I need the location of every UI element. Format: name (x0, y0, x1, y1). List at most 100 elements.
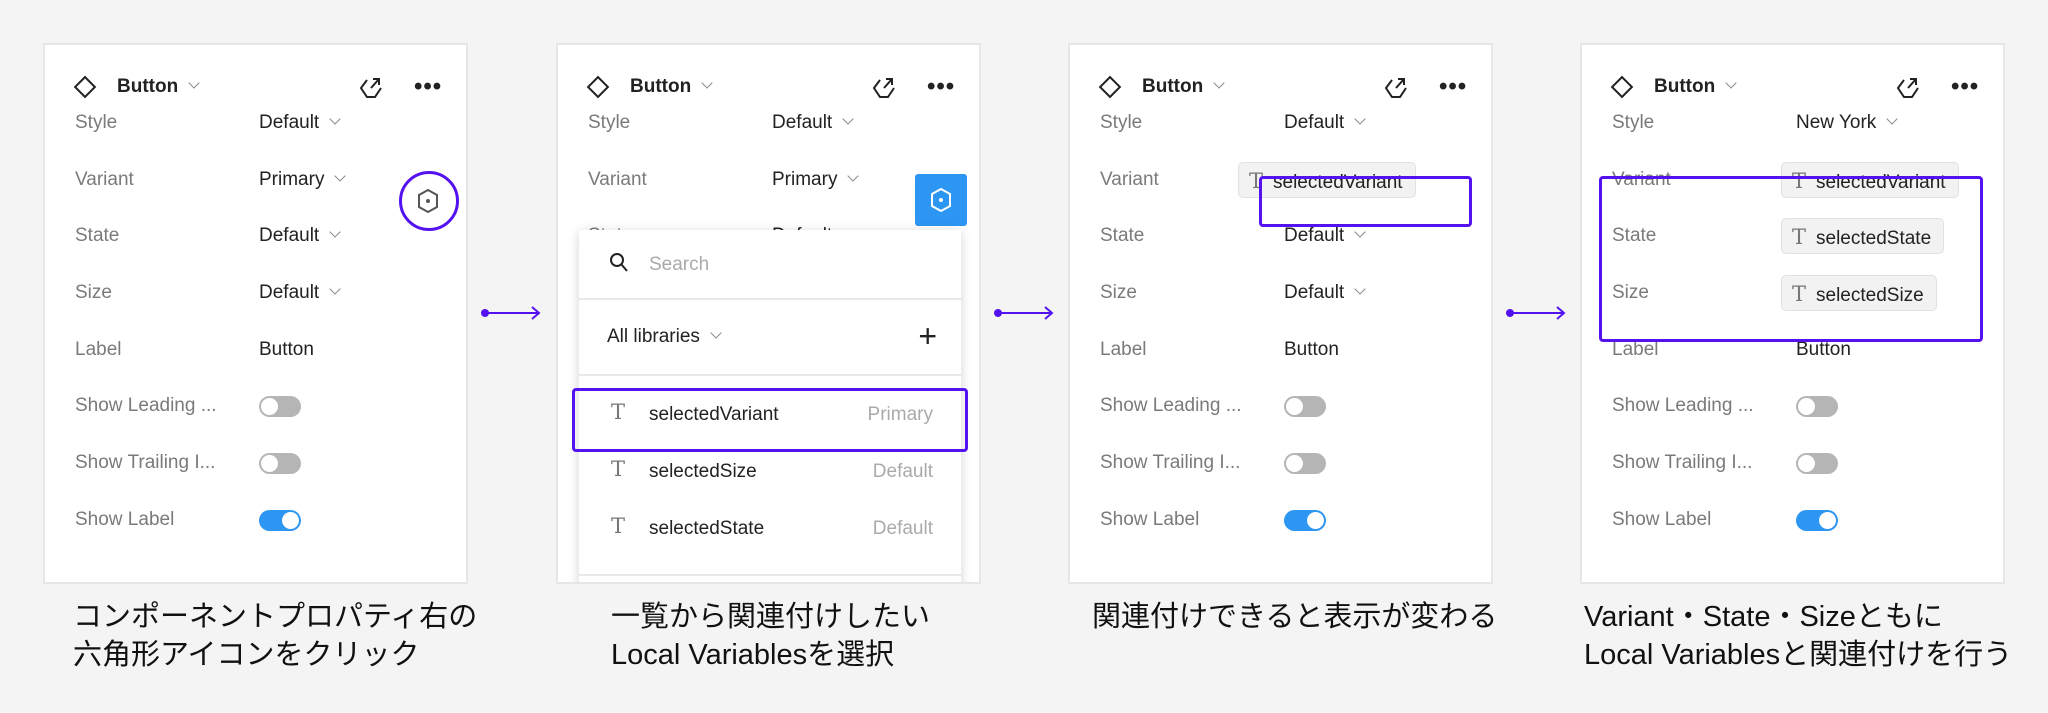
property-label: Variant (1100, 169, 1159, 190)
property-row: Show Label (1582, 500, 2003, 540)
chevron-down-icon (1354, 113, 1366, 125)
property-row: Style Default (45, 103, 466, 143)
property-toggle[interactable] (1284, 396, 1326, 417)
text-variable-icon: T (611, 514, 626, 538)
property-value-dropdown[interactable]: Default (1284, 225, 1366, 247)
panel-header: Button ••• (558, 73, 979, 103)
component-name-dropdown[interactable]: Button (1654, 76, 1737, 98)
component-icon (1098, 75, 1122, 99)
caption-line: Local Variablesと関連付けを行う (1584, 639, 2013, 671)
property-label: Show Trailing I... (75, 452, 216, 473)
highlight-box (1259, 176, 1472, 227)
caption-line: Variant・State・Sizeともに (1584, 601, 1943, 633)
component-icon (586, 75, 610, 99)
property-toggle[interactable] (259, 453, 301, 474)
more-options-icon[interactable]: ••• (1951, 73, 1979, 101)
property-value-dropdown[interactable]: Default (1284, 282, 1366, 304)
go-to-main-component-icon[interactable] (871, 75, 897, 101)
apply-variable-button[interactable] (915, 174, 967, 226)
property-value-dropdown[interactable]: New York (1796, 112, 1898, 134)
more-options-icon[interactable]: ••• (414, 73, 442, 101)
property-value-dropdown[interactable]: Default (259, 112, 341, 134)
chevron-down-icon (1213, 77, 1225, 89)
component-name-dropdown[interactable]: Button (117, 76, 200, 98)
chevron-down-icon (1886, 113, 1898, 125)
property-value-input[interactable]: Button (1284, 339, 1339, 361)
property-label: Style (75, 112, 118, 133)
property-value: Default (259, 282, 320, 303)
property-label: Label (1612, 339, 1659, 360)
property-toggle[interactable] (1284, 510, 1326, 531)
highlight-box (572, 388, 968, 452)
property-row: Show Leading ... (1582, 386, 2003, 426)
property-value-dropdown[interactable]: Primary (772, 169, 860, 191)
property-value-input[interactable]: Button (1796, 339, 1851, 361)
property-value: Default (1284, 112, 1345, 133)
caption-line: コンポーネントプロパティ右の (73, 601, 478, 633)
property-toggle[interactable] (1796, 396, 1838, 417)
property-toggle[interactable] (1284, 453, 1326, 474)
property-label: Variant (75, 169, 134, 190)
properties-panel: Button ••• Style New York Variant TselectedVa… (1580, 43, 2005, 584)
property-value: Default (1284, 282, 1345, 303)
property-row: Show Trailing I... (1070, 443, 1491, 483)
component-name-dropdown[interactable]: Button (1142, 76, 1225, 98)
property-value: New York (1796, 112, 1877, 133)
property-value-dropdown[interactable]: Primary (259, 169, 347, 191)
property-label: Show Label (75, 509, 175, 530)
component-name: Button (1142, 76, 1204, 97)
property-value: Default (259, 112, 320, 133)
property-label: Label (1100, 339, 1147, 360)
caption-line: 関連付けできると表示が変わる (1092, 601, 1498, 633)
property-value-dropdown[interactable]: Default (259, 282, 341, 304)
chevron-down-icon (847, 170, 860, 182)
chevron-down-icon (188, 77, 200, 89)
chevron-down-icon (701, 77, 713, 89)
property-toggle[interactable] (259, 396, 301, 417)
chevron-down-icon (329, 283, 341, 295)
property-label: Size (75, 282, 112, 303)
property-label: Show Label (1100, 509, 1200, 530)
property-row: Show Trailing I... (1582, 443, 2003, 483)
add-library-icon[interactable]: + (918, 318, 937, 355)
property-label: Show Leading ... (1100, 395, 1242, 416)
property-row: Style New York (1582, 103, 2003, 143)
property-value-dropdown[interactable]: Default (259, 225, 341, 247)
property-label: Show Trailing I... (1100, 452, 1241, 473)
component-name: Button (117, 76, 179, 97)
component-name-dropdown[interactable]: Button (630, 76, 713, 98)
property-toggle[interactable] (259, 510, 301, 531)
component-icon (73, 75, 97, 99)
library-filter-dropdown[interactable]: All libraries (607, 326, 722, 348)
property-label: Show Leading ... (75, 395, 217, 416)
chevron-down-icon (329, 113, 341, 125)
variable-list-item[interactable]: TselectedState Default (579, 502, 961, 558)
search-row[interactable]: Search (579, 230, 961, 300)
variable-list-item[interactable]: TselectedSize Default (579, 445, 961, 501)
go-to-main-component-icon[interactable] (1895, 75, 1921, 101)
variable-name: selectedSize (649, 461, 757, 482)
property-row: Style Default (558, 103, 979, 143)
property-value-input[interactable]: Button (259, 339, 314, 361)
property-value-dropdown[interactable]: Default (772, 112, 854, 134)
more-options-icon[interactable]: ••• (927, 73, 955, 101)
property-label: Style (1100, 112, 1143, 133)
highlight-circle (399, 171, 459, 231)
property-toggle[interactable] (1796, 510, 1838, 531)
property-value: Primary (259, 169, 325, 190)
property-label: Style (588, 112, 631, 133)
property-toggle[interactable] (1796, 453, 1838, 474)
search-input[interactable]: Search (649, 254, 709, 276)
highlight-box (1599, 176, 1983, 342)
dropdown-divider (579, 574, 961, 576)
property-row: Show Label (1070, 500, 1491, 540)
go-to-main-component-icon[interactable] (358, 75, 384, 101)
property-row: Size Default (45, 273, 466, 313)
property-label: Label (75, 339, 122, 360)
step-caption: 一覧から関連付けしたい Local Variablesを選択 (611, 598, 930, 674)
chevron-down-icon (842, 113, 854, 125)
more-options-icon[interactable]: ••• (1439, 73, 1467, 101)
go-to-main-component-icon[interactable] (1383, 75, 1409, 101)
chevron-down-icon (1354, 226, 1366, 238)
property-value-dropdown[interactable]: Default (1284, 112, 1366, 134)
